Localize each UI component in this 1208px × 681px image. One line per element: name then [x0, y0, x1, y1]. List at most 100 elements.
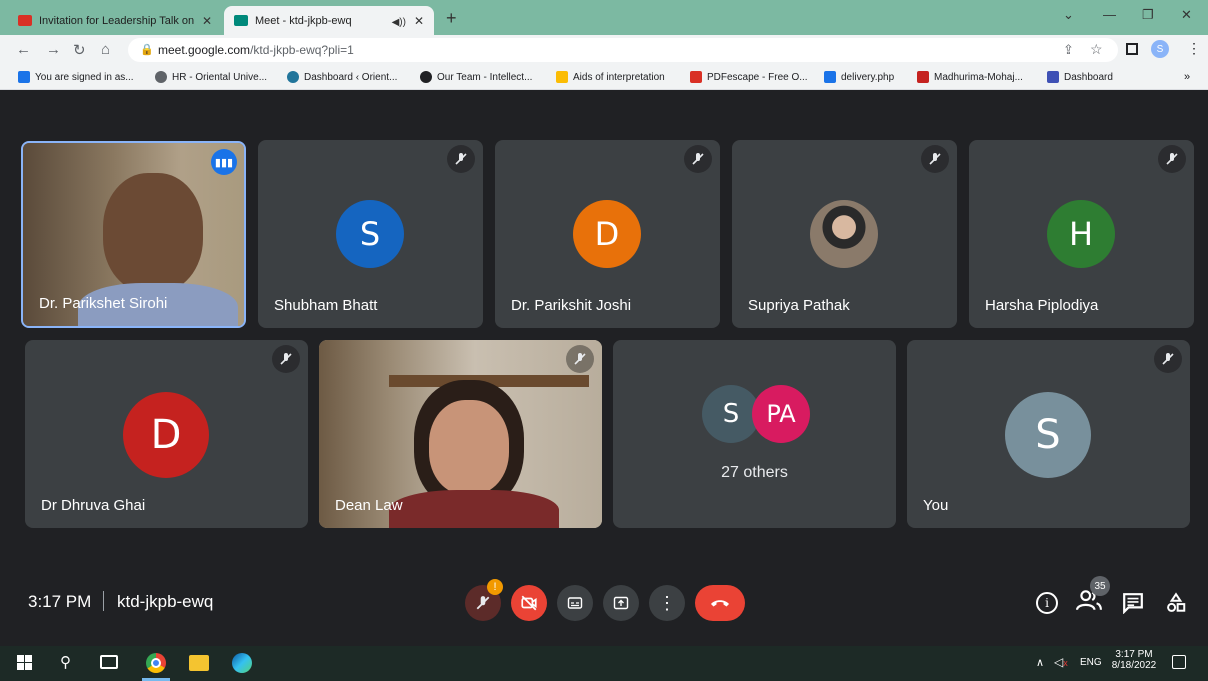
home-icon[interactable]: ⌂	[101, 41, 110, 58]
chat-button[interactable]	[1122, 592, 1144, 619]
bookmark-label: Dashboard ‹ Orient...	[304, 71, 398, 83]
tab-label: Meet - ktd-jkpb-ewq	[255, 14, 352, 27]
notification-icon[interactable]	[1172, 655, 1186, 669]
bookmark-item[interactable]: Dashboard ‹ Orient...	[287, 71, 397, 83]
dashboard-icon	[1047, 71, 1059, 83]
bookmark-label: Aids of interpretation	[573, 71, 665, 83]
address-bar[interactable]: 🔒 meet.google.com/ktd-jkpb-ewq?pli=1 ⇪ ☆	[128, 38, 1118, 62]
people-button[interactable]: 35	[1076, 576, 1110, 616]
participant-tile[interactable]: S Shubham Bhatt	[258, 140, 483, 328]
chat-icon	[1123, 593, 1143, 615]
sidepanel-icon[interactable]	[1126, 43, 1138, 55]
tab-invitation[interactable]: Invitation for Leadership Talk on ✕	[8, 6, 222, 35]
bookmark-item[interactable]: Dashboard	[1047, 71, 1113, 83]
meet-icon	[234, 15, 248, 26]
share-icon[interactable]: ⇪	[1063, 42, 1074, 58]
tab-search-icon[interactable]: ⌄	[1063, 7, 1074, 23]
tab-meet[interactable]: Meet - ktd-jkpb-ewq ◀)) ✕	[224, 6, 434, 35]
bookmarks-bar: You are signed in as... HR - Oriental Un…	[0, 65, 1208, 90]
bookmark-label: Our Team - Intellect...	[437, 71, 533, 83]
close-icon[interactable]: ✕	[202, 14, 212, 28]
menu-icon[interactable]: ⋮	[1187, 40, 1201, 57]
bookmark-icon	[18, 71, 30, 83]
warning-badge-icon: !	[487, 579, 503, 595]
bookmark-item[interactable]: PDFescape - Free O...	[690, 71, 808, 83]
browser-tab-strip: Invitation for Leadership Talk on ✕ Meet…	[0, 0, 1208, 35]
bookmark-item[interactable]: HR - Oriental Unive...	[155, 71, 267, 83]
search-icon[interactable]: ⚲	[60, 653, 71, 671]
leave-call-button[interactable]	[695, 585, 745, 621]
mic-off-icon	[476, 596, 490, 610]
participant-name: Dr. Parikshet Sirohi	[39, 295, 168, 312]
bookmark-label: PDFescape - Free O...	[707, 71, 808, 83]
forward-icon[interactable]: →	[46, 41, 61, 58]
avatar: D	[573, 200, 641, 268]
others-count: 27 others	[721, 464, 788, 481]
new-tab-button[interactable]: +	[446, 8, 457, 29]
person-clothes	[389, 490, 559, 528]
start-tile	[25, 655, 32, 662]
volume-muted-icon[interactable]: ◁x	[1054, 655, 1068, 669]
avatar: S	[336, 200, 404, 268]
bookmark-item[interactable]: delivery.php	[824, 71, 894, 83]
participant-tile[interactable]: H Harsha Piplodiya	[969, 140, 1194, 328]
url-text: meet.google.com/ktd-jkpb-ewq?pli=1	[158, 43, 354, 57]
speaking-indicator-icon: ▮▮▮	[211, 149, 237, 175]
avatar: H	[1047, 200, 1115, 268]
activities-icon	[1167, 592, 1186, 612]
edge-icon[interactable]	[232, 653, 252, 673]
meeting-info-icon[interactable]: i	[1036, 592, 1058, 614]
start-tile	[17, 663, 24, 670]
audio-icon: ◀))	[391, 16, 406, 28]
divider	[103, 591, 104, 611]
participant-name: Dr. Parikshit Joshi	[511, 297, 632, 314]
url-host: meet.google.com	[158, 43, 251, 57]
captions-button[interactable]	[557, 585, 593, 621]
activities-button[interactable]	[1165, 592, 1187, 619]
restore-button[interactable]: ❐	[1142, 7, 1154, 23]
captions-icon	[567, 597, 583, 609]
mic-off-icon	[684, 145, 712, 173]
more-options-button[interactable]: ⋮	[649, 585, 685, 621]
participant-tile[interactable]: D Dr. Parikshit Joshi	[495, 140, 720, 328]
gmail-icon	[18, 15, 32, 26]
chrome-icon[interactable]	[146, 653, 166, 673]
bookmark-item[interactable]: Our Team - Intellect...	[420, 71, 532, 83]
bookmark-star-icon[interactable]: ☆	[1090, 41, 1103, 58]
self-tile[interactable]: S You	[907, 340, 1190, 528]
participant-name: Shubham Bhatt	[274, 297, 378, 314]
task-view-icon[interactable]	[100, 655, 118, 669]
profile-photo	[810, 200, 878, 268]
more-vert-icon: ⋮	[658, 592, 676, 613]
back-icon[interactable]: ←	[16, 41, 31, 58]
camera-toggle-button[interactable]	[511, 585, 547, 621]
more-bookmarks-icon[interactable]: »	[1184, 71, 1190, 83]
participant-tile[interactable]: D Dr Dhruva Ghai	[25, 340, 308, 528]
language-indicator[interactable]: ENG	[1080, 657, 1102, 668]
clock[interactable]: 3:17 PM 8/18/2022	[1111, 649, 1157, 671]
participant-name: Dr Dhruva Ghai	[41, 497, 146, 514]
file-explorer-icon[interactable]	[189, 655, 209, 671]
chevron-up-icon[interactable]: ∧	[1036, 656, 1044, 669]
others-tile[interactable]: S PA 27 others	[613, 340, 896, 528]
people-count-badge: 35	[1090, 576, 1110, 596]
present-icon	[613, 596, 629, 610]
window-close-button[interactable]: ✕	[1181, 7, 1192, 23]
bookmark-item[interactable]: You are signed in as...	[18, 71, 134, 83]
present-button[interactable]	[603, 585, 639, 621]
participant-tile[interactable]: Supriya Pathak	[732, 140, 957, 328]
windows-start-icon[interactable]	[17, 655, 33, 671]
bookmark-icon	[917, 71, 929, 83]
participant-tile-video[interactable]: ▮▮▮ Dr. Parikshet Sirohi	[21, 141, 246, 328]
minimize-button[interactable]: —	[1103, 7, 1116, 22]
profile-avatar[interactable]: S	[1151, 40, 1169, 58]
participant-tile-video[interactable]: Dean Law	[319, 340, 602, 528]
avatar: D	[123, 392, 209, 478]
reload-icon[interactable]: ↻	[73, 41, 86, 59]
mic-toggle-button[interactable]: !	[465, 579, 503, 621]
close-icon[interactable]: ◀)) ✕	[392, 14, 424, 28]
bookmark-item[interactable]: Aids of interpretation	[556, 71, 665, 83]
bookmark-item[interactable]: Madhurima-Mohaj...	[917, 71, 1023, 83]
wordpress-icon	[287, 71, 299, 83]
avatar: PA	[752, 385, 810, 443]
